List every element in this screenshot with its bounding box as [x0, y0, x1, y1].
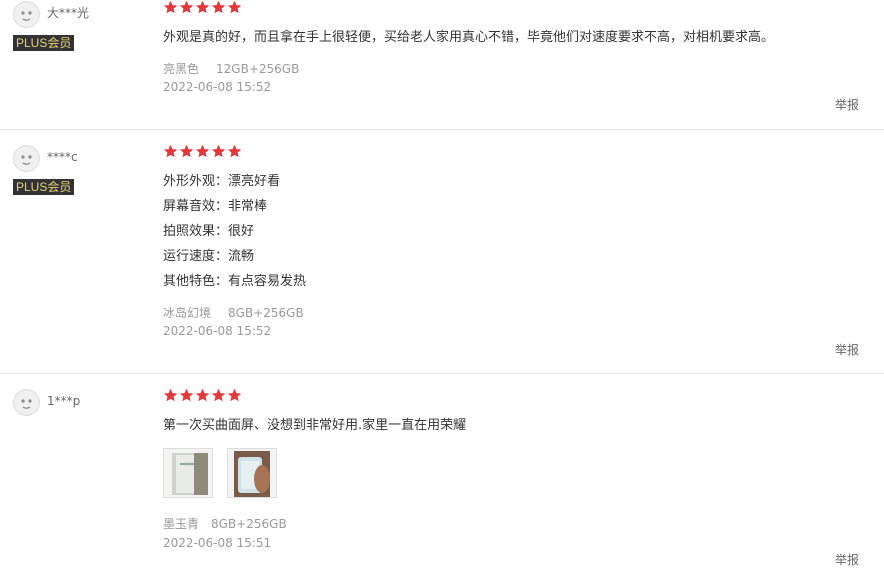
review-item: 1***p 第一次买曲面屏、没想到非常好用.家里一直在用荣耀 墨玉青 8GB+25… [0, 374, 884, 567]
star-icon [211, 388, 226, 402]
star-icon [211, 144, 226, 158]
review-text: 第一次买曲面屏、没想到非常好用.家里一直在用荣耀 [163, 418, 467, 433]
review-text-line: 其他特色：有点容易发热 [163, 274, 307, 289]
review-photo-thumbnail[interactable] [227, 448, 277, 498]
order-info: 冰岛幻境 8GB+256GB [163, 305, 304, 321]
product-spec: 8GB+256GB [228, 306, 304, 320]
star-rating [163, 388, 242, 403]
review-photo-thumbnail[interactable] [163, 448, 213, 498]
product-color: 亮黑色 [163, 62, 200, 76]
star-icon [163, 0, 178, 14]
order-info: 亮黑色 12GB+256GB [163, 61, 299, 77]
avatar[interactable] [13, 1, 40, 28]
review-text-line: 外形外观：漂亮好看 [163, 174, 281, 189]
review-text: 外观是真的好，而且拿在手上很轻便，买给老人家用真心不错，毕竟他们对速度要求不高，… [163, 30, 775, 45]
star-icon [179, 0, 194, 14]
review-text-line: 运行速度：流畅 [163, 249, 255, 264]
star-icon [227, 388, 242, 402]
star-icon [195, 0, 210, 14]
review-text-line: 屏幕音效：非常棒 [163, 199, 268, 214]
username: ****c [47, 150, 78, 164]
star-icon [163, 144, 178, 158]
product-color: 冰岛幻境 [163, 306, 212, 320]
phone-box-photo [164, 449, 212, 497]
product-spec: 8GB+256GB [211, 517, 287, 531]
avatar[interactable] [13, 389, 40, 416]
review-date: 2022-06-08 15:52 [163, 324, 272, 338]
review-item: ****c PLUS会员 外形外观：漂亮好看 屏幕音效：非常棒 拍照效果：很好 … [0, 130, 884, 374]
order-info: 墨玉青 8GB+256GB [163, 516, 287, 532]
username: 1***p [47, 394, 81, 408]
star-icon [179, 388, 194, 402]
review-date: 2022-06-08 15:52 [163, 80, 272, 94]
star-icon [227, 144, 242, 158]
phone-hand-photo [228, 449, 276, 497]
review-item: 大***光 PLUS会员 外观是真的好，而且拿在手上很轻便，买给老人家用真心不错… [0, 0, 884, 130]
product-color: 墨玉青 [163, 517, 200, 531]
star-icon [163, 388, 178, 402]
username: 大***光 [47, 6, 90, 20]
star-rating [163, 144, 242, 159]
review-text-line: 拍照效果：很好 [163, 224, 255, 239]
review-date: 2022-06-08 15:51 [163, 536, 272, 550]
plus-member-badge: PLUS会员 [13, 35, 75, 51]
avatar[interactable] [13, 145, 40, 172]
star-icon [195, 388, 210, 402]
report-link[interactable]: 举报 [835, 342, 859, 358]
report-link[interactable]: 举报 [835, 552, 859, 568]
report-link[interactable]: 举报 [835, 97, 859, 113]
star-icon [195, 144, 210, 158]
star-icon [227, 0, 242, 14]
star-rating [163, 0, 242, 15]
product-spec: 12GB+256GB [216, 62, 300, 76]
star-icon [211, 0, 226, 14]
star-icon [179, 144, 194, 158]
plus-member-badge: PLUS会员 [13, 179, 75, 195]
